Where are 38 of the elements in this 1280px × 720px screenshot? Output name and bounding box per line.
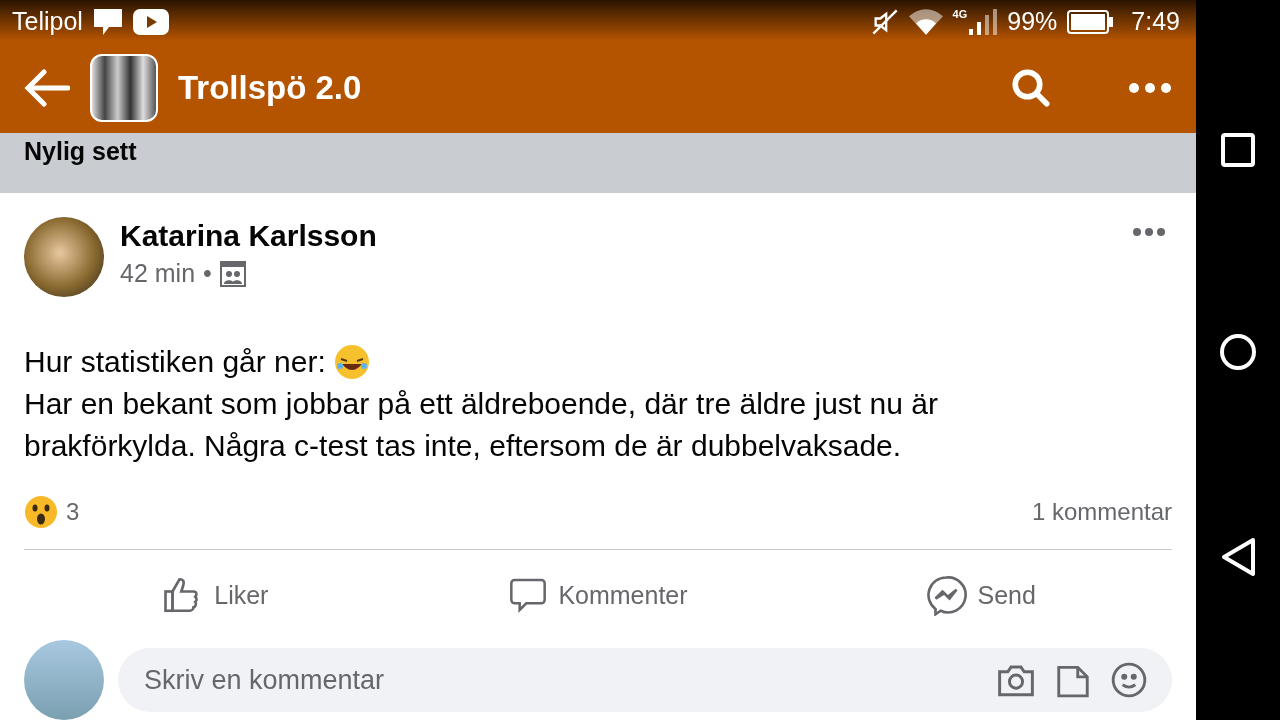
recents-icon[interactable]	[1221, 133, 1255, 167]
carrier-name: Telipol	[12, 7, 83, 37]
post-text: Hur statistiken går ner:	[24, 344, 326, 380]
wifi-icon	[908, 8, 943, 35]
network-type: 4G	[952, 8, 968, 20]
search-icon[interactable]	[1010, 67, 1052, 110]
group-members-icon	[219, 260, 246, 287]
more-icon[interactable]	[1128, 82, 1172, 95]
clock: 7:49	[1131, 7, 1180, 37]
home-icon[interactable]	[1219, 333, 1257, 371]
comment-field[interactable]: Skriv en kommentar	[118, 648, 1172, 712]
author-name[interactable]: Katarina Karlsson	[120, 219, 1116, 253]
reaction-count[interactable]: 3	[66, 498, 80, 526]
messenger-icon	[925, 574, 968, 616]
signal-icon	[969, 8, 998, 35]
wow-emoji-icon[interactable]	[24, 495, 58, 529]
message-icon	[92, 7, 123, 36]
section-title: Nylig sett	[24, 137, 137, 166]
comment-button[interactable]: Kommenter	[406, 574, 790, 616]
comment-count[interactable]: 1 kommentar	[1031, 498, 1172, 526]
separator-dot: •	[203, 259, 212, 288]
group-title: Trollspö 2.0	[178, 69, 362, 108]
comment-input[interactable]: Skriv en kommentar	[142, 663, 978, 697]
send-button[interactable]: Send	[789, 573, 1172, 617]
battery-percent: 99%	[1007, 7, 1058, 37]
mute-icon	[870, 7, 899, 36]
post-text: Har en bekant som jobbar på ett äldreboende, där tre äldre just nu är brakförkylda. Några c-test tas inte, eftersom de är dubbelvaksade.	[24, 386, 939, 464]
post-time: 42 min	[120, 259, 196, 288]
back-arrow-icon[interactable]	[24, 68, 70, 109]
more-icon[interactable]	[1132, 227, 1166, 237]
emoji-icon[interactable]	[1110, 661, 1148, 699]
laughing-emoji-icon	[333, 344, 370, 380]
like-button[interactable]: Liker	[24, 573, 407, 617]
back-icon[interactable]	[1220, 537, 1256, 577]
play-icon	[132, 8, 169, 35]
battery-icon	[1067, 9, 1114, 34]
camera-icon[interactable]	[996, 662, 1036, 698]
group-photo-placeholder	[90, 54, 158, 123]
